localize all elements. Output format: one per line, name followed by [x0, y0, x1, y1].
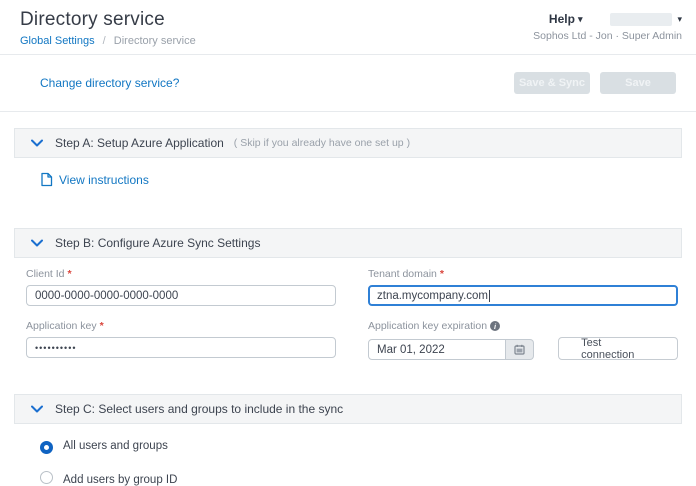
date-picker: Mar 01, 2022 [368, 339, 534, 360]
key-expiration-value: Mar 01, 2022 [377, 344, 445, 356]
application-key-label: Application key * [26, 320, 336, 332]
application-key-value: •••••••••• [35, 343, 77, 353]
chevron-down-icon [31, 239, 43, 247]
header-left: Directory service Global Settings / Dire… [20, 9, 196, 47]
text-cursor [489, 290, 490, 302]
breadcrumb-global-settings[interactable]: Global Settings [20, 35, 95, 47]
radio-label: Add users by group ID [63, 474, 177, 486]
application-key-input[interactable]: •••••••••• [26, 337, 336, 358]
help-menu[interactable]: Help ▾ [549, 12, 583, 26]
toolbar-buttons: Save & Sync Save [514, 72, 676, 94]
save-button[interactable]: Save [600, 72, 676, 94]
client-id-value: 0000-0000-0000-0000-0000 [35, 290, 178, 302]
step-a-header[interactable]: Step A: Setup Azure Application ( Skip i… [14, 128, 682, 158]
section-step-b: Step B: Configure Azure Sync Settings Cl… [14, 228, 682, 378]
step-b-title: Step B: Configure Azure Sync Settings [55, 236, 260, 250]
key-expiration-row: Mar 01, 2022 Test connection [368, 337, 678, 360]
account-name-redacted [610, 13, 672, 26]
label-text: Application key [26, 320, 97, 332]
required-marker: * [100, 320, 104, 332]
step-b-form: Client Id * 0000-0000-0000-0000-0000 Ten… [14, 258, 682, 378]
view-instructions-label: View instructions [59, 173, 149, 187]
help-label: Help [549, 12, 575, 26]
radio-selected-icon[interactable] [40, 441, 53, 454]
caret-down-icon: ▾ [677, 15, 682, 24]
step-c-title: Step C: Select users and groups to inclu… [55, 402, 343, 416]
change-directory-service-link[interactable]: Change directory service? [40, 76, 179, 90]
breadcrumb-separator: / [103, 35, 106, 47]
key-expiration-input[interactable]: Mar 01, 2022 [368, 339, 506, 360]
required-marker: * [440, 268, 444, 280]
caret-down-icon: ▾ [578, 15, 583, 24]
radio-all-users-and-groups[interactable]: All users and groups [40, 440, 682, 454]
required-marker: * [68, 268, 72, 280]
radio-unselected-icon[interactable] [40, 471, 53, 484]
account-subtext: Sophos Ltd - Jon · Super Admin [533, 30, 682, 42]
label-text: Application key expiration [368, 320, 487, 332]
step-a-hint: ( Skip if you already have one set up ) [234, 137, 410, 149]
section-step-c: Step C: Select users and groups to inclu… [14, 394, 682, 486]
client-id-input[interactable]: 0000-0000-0000-0000-0000 [26, 285, 336, 306]
section-step-a: Step A: Setup Azure Application ( Skip i… [14, 128, 682, 212]
breadcrumb: Global Settings / Directory service [20, 35, 196, 47]
label-text: Tenant domain [368, 268, 437, 280]
info-icon[interactable]: i [490, 321, 500, 331]
application-key-group: Application key * •••••••••• [26, 320, 336, 360]
label-text: Client Id [26, 268, 65, 280]
save-and-sync-button[interactable]: Save & Sync [514, 72, 590, 94]
key-expiration-label: Application key expiration i [368, 320, 678, 332]
tenant-domain-input[interactable]: ztna.mycompany.com [368, 285, 678, 306]
step-a-body: View instructions [14, 158, 682, 212]
action-toolbar: Change directory service? Save & Sync Sa… [0, 55, 696, 112]
client-id-label: Client Id * [26, 268, 336, 280]
step-b-header[interactable]: Step B: Configure Azure Sync Settings [14, 228, 682, 258]
step-a-title: Step A: Setup Azure Application [55, 136, 224, 150]
test-connection-button[interactable]: Test connection [558, 337, 678, 360]
client-id-group: Client Id * 0000-0000-0000-0000-0000 [26, 268, 336, 306]
account-menu[interactable]: ▾ [610, 13, 682, 26]
chevron-down-icon [31, 139, 43, 147]
page-header: Directory service Global Settings / Dire… [0, 0, 696, 55]
document-icon [40, 172, 53, 187]
radio-label: All users and groups [63, 440, 168, 452]
tenant-domain-label: Tenant domain * [368, 268, 678, 280]
page-title: Directory service [20, 9, 196, 31]
step-c-body: All users and groups Add users by group … [14, 424, 682, 486]
step-c-header[interactable]: Step C: Select users and groups to inclu… [14, 394, 682, 424]
tenant-domain-value: ztna.mycompany.com [377, 290, 488, 302]
calendar-button[interactable] [506, 339, 534, 360]
chevron-down-icon [31, 405, 43, 413]
radio-add-users-by-group-id[interactable]: Add users by group ID Will sync all user… [40, 470, 682, 486]
view-instructions-link[interactable]: View instructions [40, 172, 149, 187]
header-right: Help ▾ ▾ Sophos Ltd - Jon · Super Admin [533, 9, 682, 42]
breadcrumb-current: Directory service [114, 35, 196, 47]
calendar-icon [514, 344, 525, 355]
content: Step A: Setup Azure Application ( Skip i… [14, 128, 682, 486]
key-expiration-group: Application key expiration i Mar 01, 202… [368, 320, 678, 360]
tenant-domain-group: Tenant domain * ztna.mycompany.com [368, 268, 678, 306]
